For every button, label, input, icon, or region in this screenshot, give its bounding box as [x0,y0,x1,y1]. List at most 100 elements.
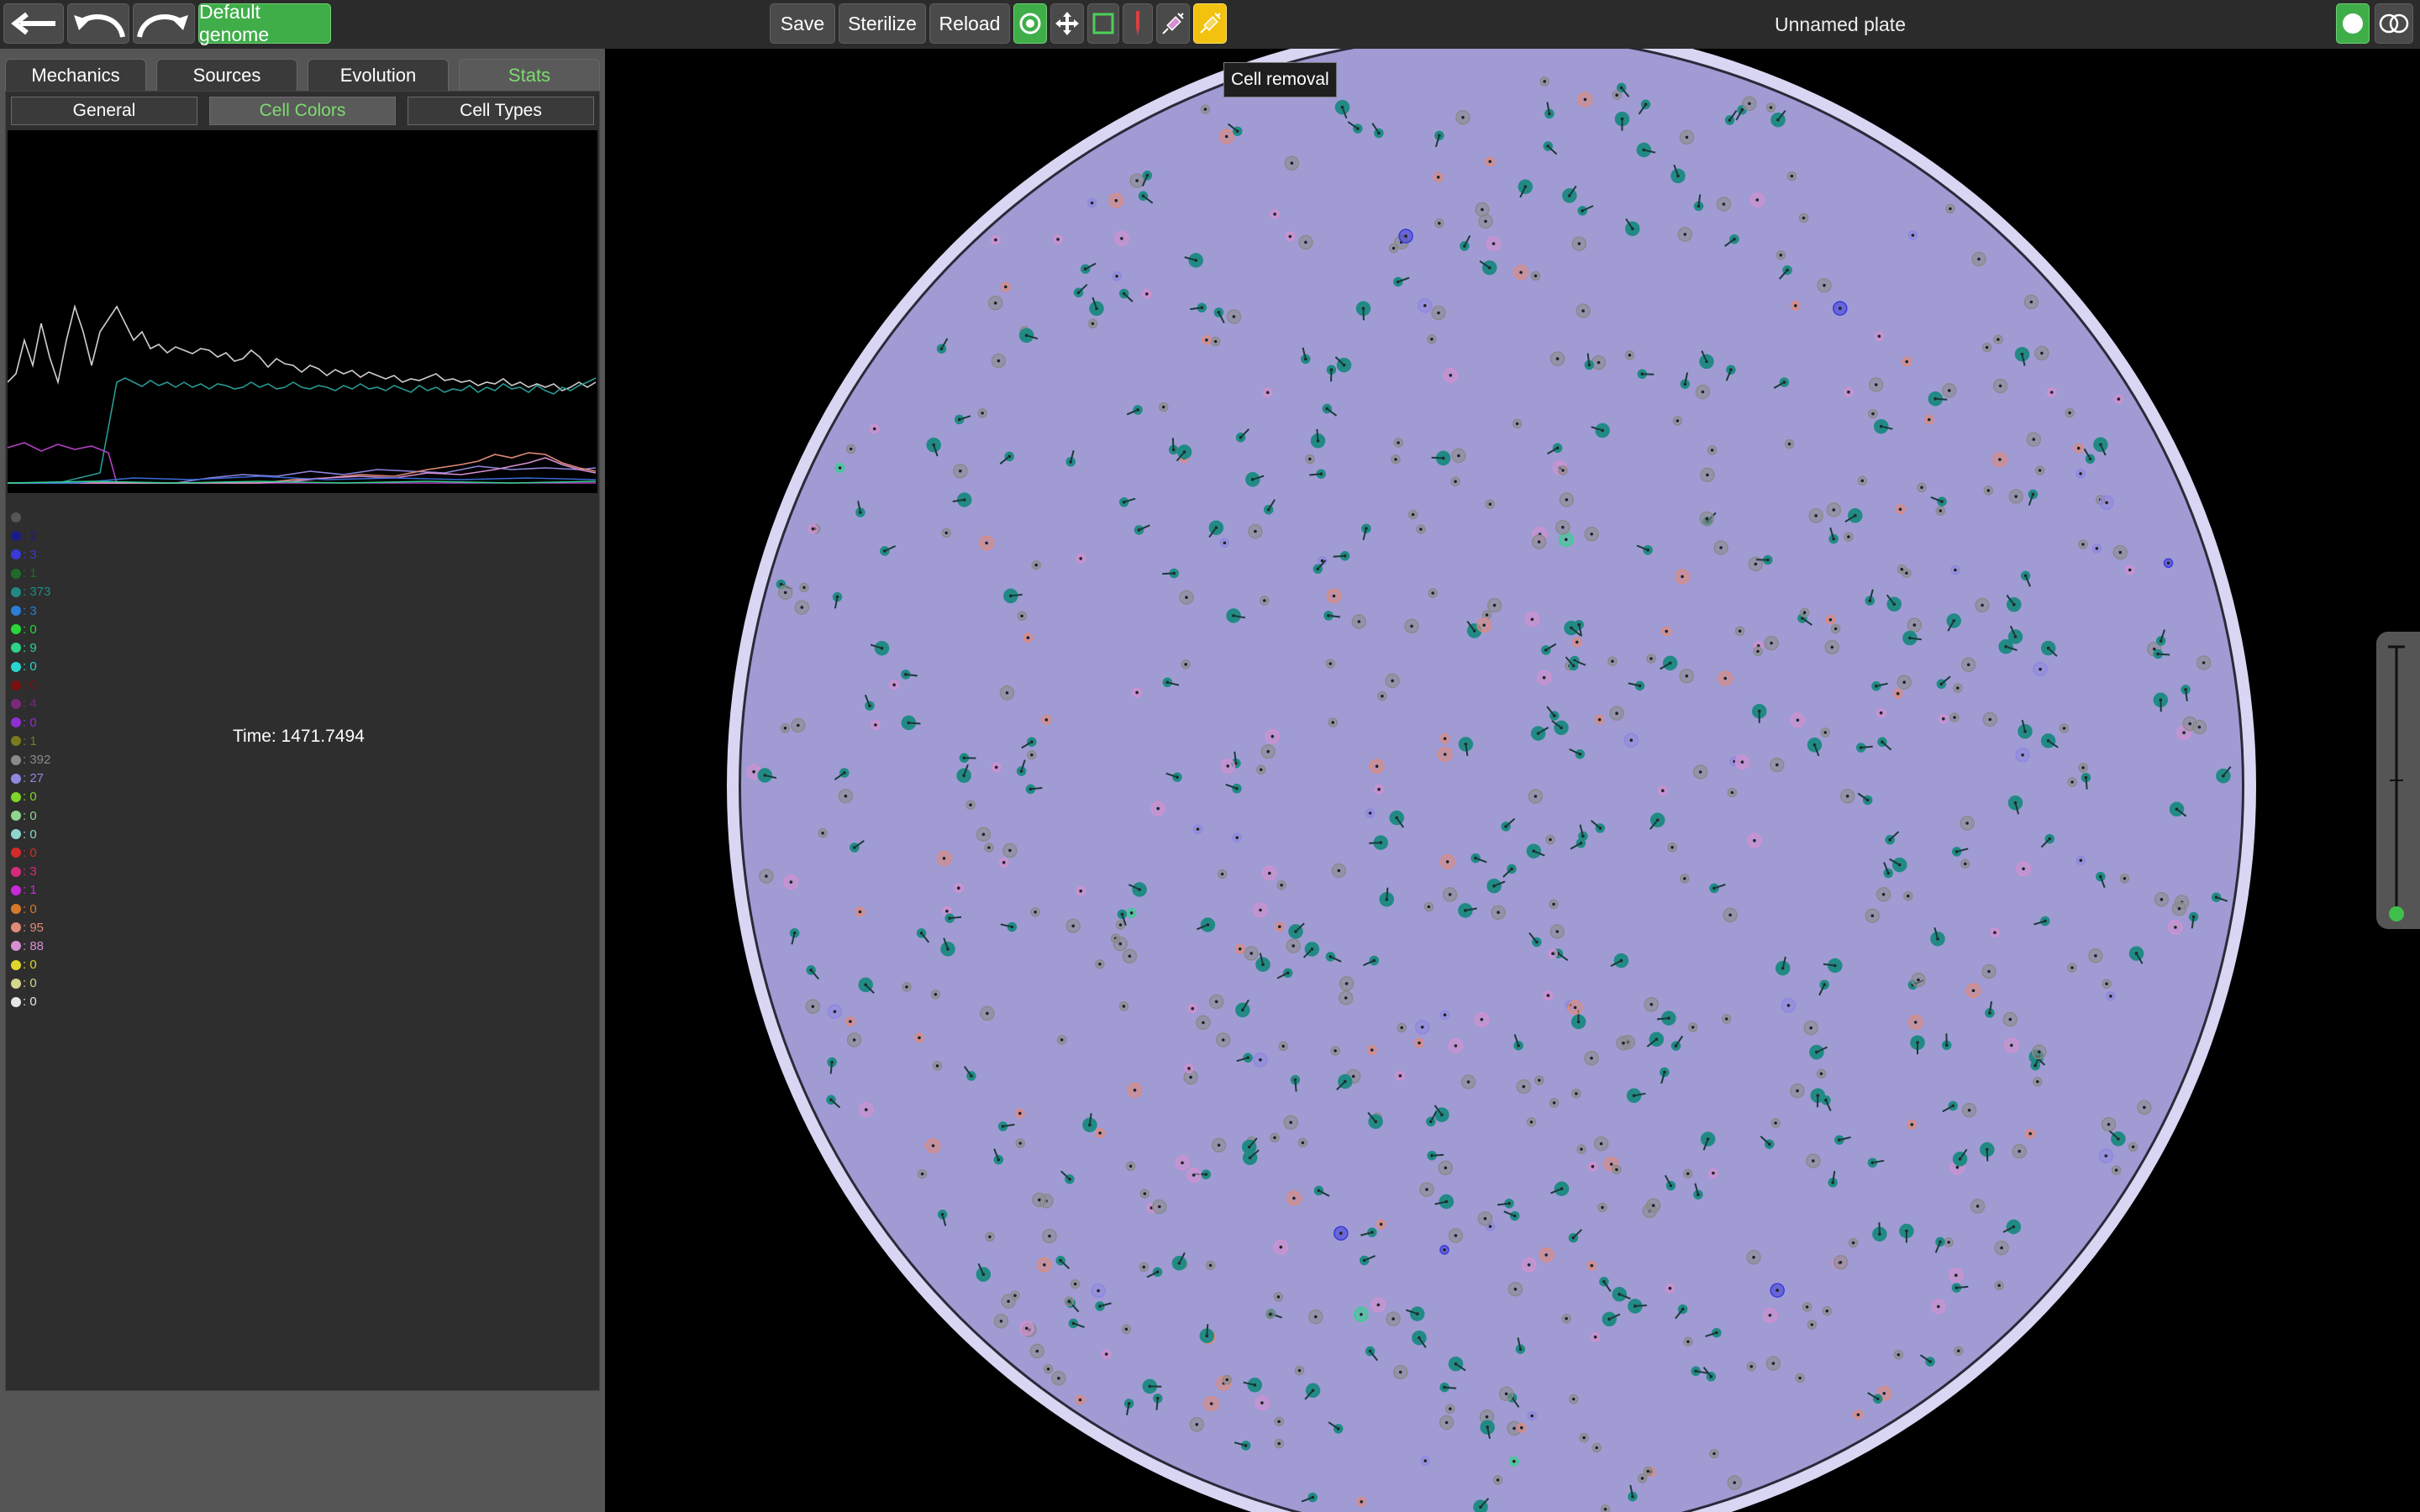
cell-nucleus [1580,1147,1583,1151]
genome-button[interactable]: Default genome [198,1,331,45]
cell-nucleus [1954,1273,1958,1277]
cell-nucleus [1301,1141,1305,1145]
subtab-cell-types[interactable]: Cell Types [408,97,594,125]
cell-nucleus [1018,1111,1022,1116]
cell-nucleus [1651,1204,1655,1207]
cell-removal-tool[interactable] [1193,3,1227,44]
tab-sources[interactable]: Sources [156,59,297,91]
cell-nucleus [1488,502,1492,506]
cell-nucleus [1034,911,1037,914]
cell-flagellum [1656,1017,1669,1021]
cell-nucleus [1911,234,1915,237]
move-tool[interactable] [1050,3,1084,44]
legend-count: : 0 [23,790,37,805]
cell-nucleus [1035,1349,1039,1353]
stats-panel: General Cell Colors Cell Types : 2: 3: 1… [5,91,600,1391]
plate-title[interactable]: Unnamed plate [1597,0,2084,49]
cell-nucleus [1913,1021,1918,1024]
cell-nucleus [1649,1003,1654,1006]
knife-tool[interactable] [1123,3,1153,44]
tab-stats[interactable]: Stats [459,59,600,91]
simulation-canvas[interactable] [605,49,2420,1512]
undo-icon [74,14,125,38]
cell-nucleus [1957,1349,1960,1352]
cell-nucleus [1224,134,1228,139]
cell-nucleus [1491,242,1496,245]
cell-nucleus [1833,627,1838,631]
cell-nucleus [1411,512,1415,517]
cell-nucleus [1337,869,1341,873]
subtab-label: General [72,101,136,120]
cell-nucleus [1020,614,1023,618]
tab-mechanics[interactable]: Mechanics [5,59,146,91]
cell-nucleus [1549,837,1552,842]
legend-count: : 0 [23,827,37,842]
cell-flagellum [2158,653,2170,656]
tab-evolution[interactable]: Evolution [308,59,449,91]
syringe-tool[interactable] [1156,3,1190,44]
cell-nucleus [1597,717,1602,722]
legend-count: : 0 [23,659,37,675]
cell-nucleus [994,238,997,242]
save-button[interactable]: Save [770,3,835,44]
select-rect-tool[interactable] [1087,3,1119,44]
cell-nucleus [1443,1013,1447,1016]
cell-flagellum [1956,1285,1969,1289]
cell-nucleus [1203,108,1207,111]
legend-row: : 373 [11,583,179,601]
cell-nucleus [1444,1420,1449,1425]
legend-color-dot [11,661,21,672]
cell-nucleus [1723,676,1727,680]
petri-plate[interactable] [605,49,2420,1512]
cell-nucleus [2049,391,2054,394]
circle-toggle-button[interactable] [2336,3,2370,44]
legend-count: : 1 [23,566,37,581]
cell-nucleus [1397,441,1400,444]
cell-nucleus [1192,1173,1196,1177]
cell-nucleus [1492,603,1497,607]
cell-nucleus [1698,770,1702,774]
cell-nucleus [1555,357,1560,360]
cell-nucleus [1060,1038,1064,1042]
cell-nucleus [2070,966,2074,969]
cell-nucleus [2032,438,2036,441]
cell-add-tool[interactable] [1013,3,1047,44]
redo-button[interactable] [133,3,195,44]
cell-nucleus [1391,679,1394,683]
sterilize-button[interactable]: Sterilize [839,3,926,44]
cell-nucleus [1043,1263,1046,1267]
legend-count: : 0 [23,845,37,860]
back-button[interactable] [3,3,64,44]
cell-nucleus [1676,419,1680,423]
cell-nucleus [1771,1362,1776,1365]
legend-count: : 9 [23,640,37,655]
legend-color-dot [11,978,21,989]
legend-count: : 0 [23,958,37,973]
zoom-slider[interactable] [2376,632,2420,929]
cell-nucleus [1142,1265,1146,1269]
cell-nucleus [957,886,960,890]
cell-nucleus [1575,640,1579,644]
cell-nucleus [2123,877,2127,880]
cell-nucleus [1668,1286,1672,1290]
cell-nucleus [2177,906,2181,911]
undo-button[interactable] [67,3,129,44]
subtab-cell-colors[interactable]: Cell Colors [209,97,396,125]
zoom-handle[interactable] [2389,906,2404,921]
cell-nucleus [1445,860,1449,864]
cell-nucleus [1953,716,1956,719]
cell-nucleus [1181,1161,1184,1165]
cell-nucleus [858,910,862,914]
cell-nucleus [1308,457,1312,461]
legend-color-dot [11,866,21,877]
subtab-general[interactable]: General [11,97,197,125]
view-mode-button[interactable] [2375,3,2413,44]
legend-row: : 0 [11,825,179,843]
reload-button[interactable]: Reload [929,3,1010,44]
cell-nucleus [1798,1376,1802,1380]
cell-nucleus [1217,1143,1221,1147]
cell-nucleus [1956,686,1960,690]
cell-nucleus [1912,623,1917,627]
cell-nucleus [997,359,1001,363]
cell-nucleus [1098,962,1102,966]
